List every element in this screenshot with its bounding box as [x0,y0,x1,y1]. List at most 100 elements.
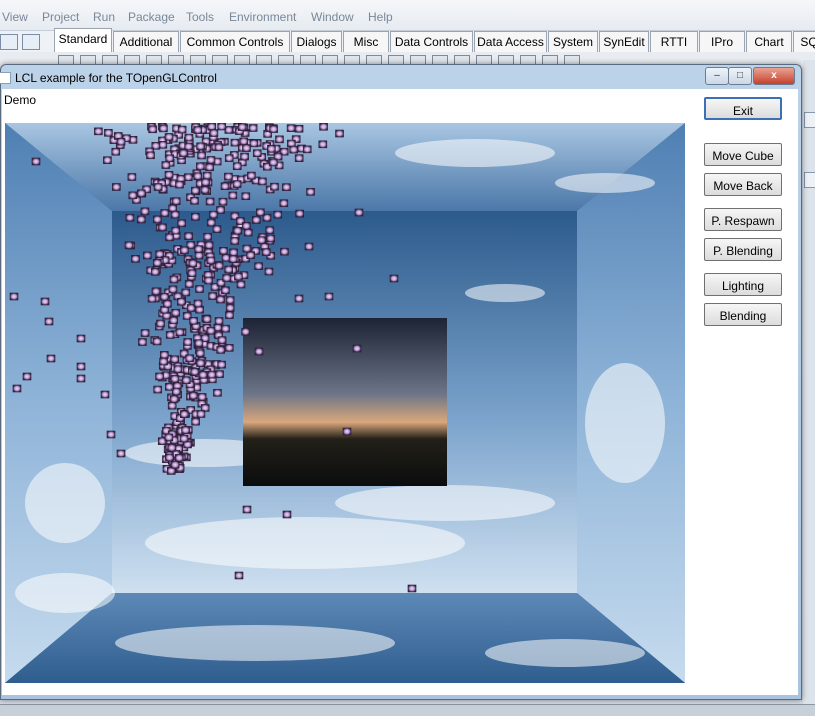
menu-run[interactable]: Run [93,10,115,24]
menu-project[interactable]: Project [42,10,79,24]
tab-standard[interactable]: Standard [54,28,112,52]
move-back-button[interactable]: Move Back [704,173,782,196]
maximize-button[interactable]: □ [728,67,752,85]
particle [214,317,224,325]
tab-data-access[interactable]: Data Access [474,31,547,52]
tab-synedit[interactable]: SynEdit [599,31,649,52]
particle-blending-button[interactable]: P. Blending [704,238,782,261]
particle-respawn-button[interactable]: P. Respawn [704,208,782,231]
blending-button[interactable]: Blending [704,303,782,326]
menu-package[interactable]: Package [128,10,175,24]
particle [46,354,56,363]
particle [194,339,204,347]
particle [264,267,274,276]
lighting-button[interactable]: Lighting [704,273,782,296]
particle [12,384,22,393]
particle [164,170,174,179]
particle [142,251,152,260]
menu-window[interactable]: Window [311,10,354,24]
particle [124,241,134,250]
particle [204,241,214,249]
close-button[interactable]: x [753,67,795,85]
particle [198,371,208,379]
tab-sq[interactable]: SQ [793,31,815,52]
particle [217,123,227,131]
menu-view[interactable]: View [2,10,28,24]
particle [208,292,217,300]
particle [193,126,203,134]
opengl-canvas[interactable] [5,123,685,683]
tab-ipro[interactable]: IPro [699,31,745,52]
particle [9,292,19,301]
ide-right-edge [803,60,815,715]
menu-tools[interactable]: Tools [186,10,214,24]
particle [137,189,146,198]
particle [232,180,242,188]
menu-demo[interactable]: Demo [4,93,36,107]
particle [148,125,157,134]
particle [252,149,262,158]
tab-data-controls[interactable]: Data Controls [390,31,473,52]
particle [140,207,150,216]
particle [294,294,304,303]
particle [153,183,163,191]
particle [140,329,150,337]
particle [224,126,234,134]
particle [183,338,193,346]
particle [279,199,289,208]
tab-misc[interactable]: Misc [343,31,389,52]
view-units-icon[interactable] [0,34,18,50]
ide-side-button[interactable] [804,112,815,128]
particle [180,246,189,255]
tab-system[interactable]: System [548,31,598,52]
tab-chart[interactable]: Chart [746,31,792,52]
particle [165,331,175,339]
particle [76,374,86,383]
particle [189,391,198,400]
particle [202,171,212,180]
particle [206,256,216,265]
particle [188,259,198,268]
particle [249,139,259,148]
particle [128,191,138,200]
move-cube-button[interactable]: Move Cube [704,143,782,166]
toggle-form-icon[interactable] [22,34,40,50]
particle [225,304,235,312]
particle [44,317,54,326]
particle [179,434,189,443]
menu-help[interactable]: Help [368,10,393,24]
tab-rtti[interactable]: RTTI [650,31,698,52]
particle [165,453,174,462]
particle [257,236,266,244]
particle [216,346,226,354]
particle [22,372,32,381]
particle [204,276,213,285]
ide-side-button[interactable] [804,172,815,188]
menu-environment[interactable]: Environment [229,10,296,24]
tab-additional[interactable]: Additional [113,31,179,52]
particle [275,135,284,144]
exit-button[interactable]: Exit [704,97,782,120]
tab-common-controls[interactable]: Common Controls [180,31,290,52]
app-icon [0,72,11,84]
particle [173,365,183,373]
particle [319,123,328,131]
particle [242,144,251,152]
particle [216,295,225,304]
particle [206,218,216,227]
particle [191,186,200,195]
tab-dialogs[interactable]: Dialogs [291,31,342,52]
particle [342,427,352,436]
particle [112,183,121,191]
particle [181,376,191,385]
particle [212,225,222,233]
particle [194,251,204,260]
particle [185,354,194,363]
particle [175,180,184,189]
particle [169,316,179,325]
particle [294,124,304,133]
title-bar[interactable]: LCL example for the TOpenGLControl – □ x [0,65,801,89]
particle [184,133,194,142]
particle [267,145,276,153]
minimize-button[interactable]: – [705,67,729,85]
